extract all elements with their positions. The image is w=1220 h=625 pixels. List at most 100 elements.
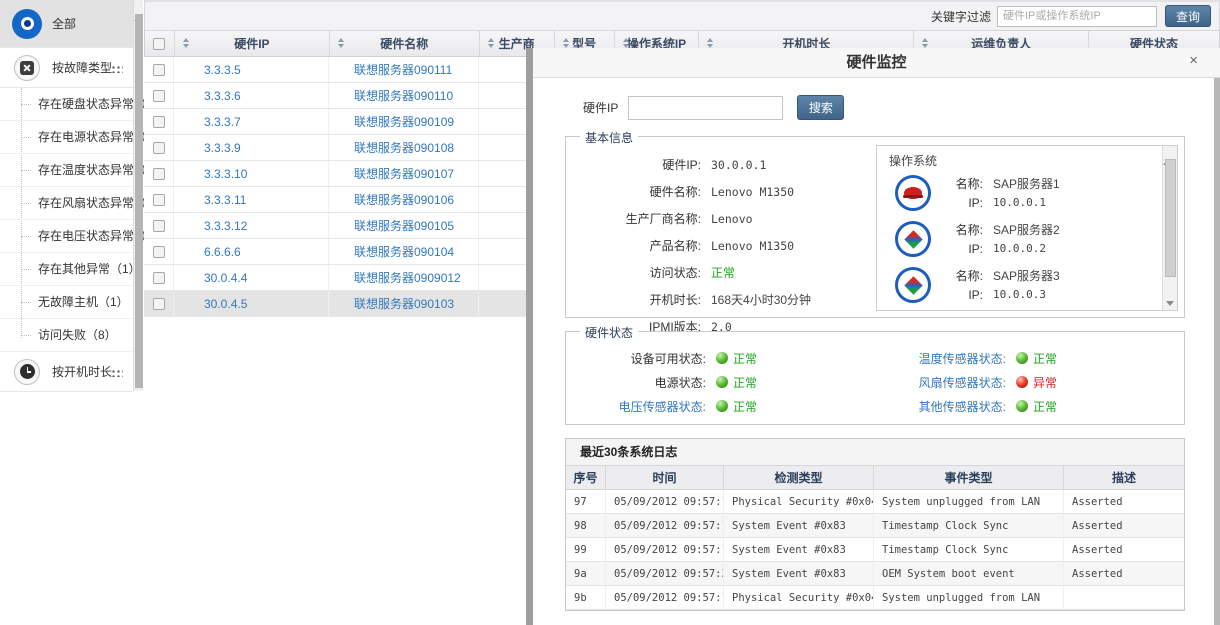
os-ip: 10.0.0.2 [993, 242, 1046, 255]
sidebar-item-other-abnormal[interactable]: 存在其他异常（1） [0, 253, 133, 286]
fan-sensor-link[interactable]: 风扇传感器状态: [866, 374, 1006, 391]
row-checkbox[interactable] [153, 116, 165, 128]
uptime-clock-icon [14, 359, 40, 385]
sidebar-group-fault-type[interactable]: 按故障类型 [0, 48, 133, 88]
sidebar-item-access-failed[interactable]: 访问失败（8） [0, 319, 133, 352]
operating-system-panel: 操作系统 名称:SAP服务器1 IP:10.0.0.1 名称:SAP服务器2 I… [876, 145, 1178, 311]
sort-icon[interactable] [623, 38, 629, 48]
hardware-name-link[interactable]: 联想服务器090103 [354, 295, 454, 312]
os-panel-scrollbar[interactable] [1162, 146, 1177, 310]
hardware-ip-link[interactable]: 6.6.6.6 [204, 245, 241, 259]
grid-menu-icon[interactable] [110, 368, 123, 377]
log-row: 9b05/09/2012 09:57:18Physical Security #… [566, 586, 1184, 610]
scroll-thumb[interactable] [1165, 159, 1176, 277]
row-checkbox[interactable] [153, 64, 165, 76]
select-all-cell [145, 31, 175, 56]
row-checkbox[interactable] [153, 90, 165, 102]
hardware-ip-link[interactable]: 3.3.3.5 [204, 63, 241, 77]
power-status-label: 电源状态: [566, 374, 706, 391]
hardware-ip-link[interactable]: 3.3.3.6 [204, 89, 241, 103]
keyword-filter-input[interactable] [997, 6, 1157, 27]
basic-info-section: 基本信息 硬件IP:30.0.0.1 硬件名称:Lenovo M1350 生产厂… [565, 136, 1185, 318]
sort-icon[interactable] [338, 38, 344, 48]
hardware-ip-link[interactable]: 3.3.3.7 [204, 115, 241, 129]
temperature-sensor-status: 正常 [1033, 350, 1057, 367]
voltage-sensor-link[interactable]: 电压传感器状态: [566, 398, 706, 415]
sort-icon[interactable] [183, 38, 189, 48]
os-name: SAP服务器3 [993, 267, 1060, 284]
keyword-filter-label: 关键字过滤 [931, 8, 991, 25]
device-available-status: 正常 [733, 350, 757, 367]
hardware-ip-search-input[interactable] [628, 96, 783, 120]
scroll-down-icon[interactable] [1166, 301, 1174, 306]
col-header-hardware-ip[interactable]: 硬件IP [175, 31, 330, 56]
os-list: 名称:SAP服务器1 IP:10.0.0.1 名称:SAP服务器2 IP:10.… [877, 170, 1161, 312]
row-checkbox[interactable] [153, 220, 165, 232]
sort-icon[interactable] [488, 38, 494, 48]
row-checkbox[interactable] [153, 246, 165, 258]
hardware-name-link[interactable]: 联想服务器090105 [354, 217, 454, 234]
sidebar-item-no-fault[interactable]: 无故障主机（1） [0, 286, 133, 319]
hardware-status-section: 硬件状态 设备可用状态:正常 电源状态:正常 电压传感器状态:正常 温度传感器状… [565, 331, 1185, 425]
log-col-desc: 描述 [1064, 466, 1184, 489]
fault-group-label: 按故障类型 [52, 59, 112, 76]
power-status: 正常 [733, 374, 757, 391]
os-list-item[interactable]: 名称:SAP服务器2 IP:10.0.0.2 [895, 220, 1161, 258]
hardware-ip-link[interactable]: 3.3.3.10 [204, 167, 247, 181]
hardware-ip-value: 30.0.0.1 [711, 158, 766, 172]
hardware-ip-link[interactable]: 3.3.3.12 [204, 219, 247, 233]
fault-item-list: 存在硬盘状态异常（0） 存在电源状态异常（0） 存在温度状态异常（0） 存在风扇… [0, 88, 133, 352]
other-sensor-link[interactable]: 其他传感器状态: [866, 398, 1006, 415]
hardware-name-link[interactable]: 联想服务器090107 [354, 165, 454, 182]
hardware-monitor-dialog: 硬件监控 × 硬件IP 搜索 基本信息 硬件IP:30.0.0.1 硬件名称:L… [533, 48, 1220, 625]
uptime-group-label: 按开机时长 [52, 363, 112, 380]
row-checkbox[interactable] [153, 298, 165, 310]
os-name: SAP服务器2 [993, 221, 1060, 238]
grid-menu-icon[interactable] [110, 64, 123, 73]
hardware-name-link[interactable]: 联想服务器090111 [354, 61, 452, 78]
field-label: 硬件IP: [566, 156, 701, 173]
sidebar-scrollbar[interactable] [133, 0, 143, 391]
hardware-name-link[interactable]: 联想服务器090109 [354, 113, 454, 130]
temperature-sensor-link[interactable]: 温度传感器状态: [866, 350, 1006, 367]
device-available-label: 设备可用状态: [566, 350, 706, 367]
log-header-row: 序号 时间 检测类型 事件类型 描述 [566, 466, 1184, 490]
system-log-title: 最近30条系统日志 [566, 439, 1184, 466]
sidebar-item-power-abnormal[interactable]: 存在电源状态异常（0） [0, 121, 133, 154]
os-list-item[interactable]: 名称:SAP服务器1 IP:10.0.0.1 [895, 174, 1161, 212]
hardware-name-link[interactable]: 联想服务器090108 [354, 139, 454, 156]
row-checkbox[interactable] [153, 168, 165, 180]
search-button[interactable]: 搜索 [797, 95, 844, 120]
manufacturer-value: Lenovo [711, 212, 753, 226]
col-header-hardware-name[interactable]: 硬件名称 [330, 31, 480, 56]
close-icon[interactable]: × [1189, 52, 1198, 69]
hardware-name-link[interactable]: 联想服务器0909012 [354, 269, 461, 286]
hardware-name-link[interactable]: 联想服务器090110 [354, 87, 453, 104]
sidebar-group-uptime[interactable]: 按开机时长 [0, 352, 133, 392]
sidebar-item-all[interactable]: 全部 [0, 0, 133, 48]
hardware-ip-link[interactable]: 3.3.3.9 [204, 141, 241, 155]
hardware-name-link[interactable]: 联想服务器090106 [354, 191, 454, 208]
row-checkbox[interactable] [153, 142, 165, 154]
sidebar-scroll-thumb[interactable] [135, 14, 143, 388]
hardware-ip-link[interactable]: 30.0.4.5 [204, 297, 247, 311]
sidebar-item-disk-abnormal[interactable]: 存在硬盘状态异常（0） [0, 88, 133, 121]
sidebar-item-fan-abnormal[interactable]: 存在风扇状态异常（0） [0, 187, 133, 220]
sort-icon[interactable] [563, 38, 569, 48]
os-name: SAP服务器1 [993, 175, 1060, 192]
hardware-name-link[interactable]: 联想服务器090104 [354, 243, 454, 260]
sidebar-item-voltage-abnormal[interactable]: 存在电压状态异常（0） [0, 220, 133, 253]
select-all-checkbox[interactable] [153, 38, 165, 50]
sort-icon[interactable] [707, 38, 713, 48]
dialog-scrollbar[interactable] [1214, 74, 1220, 625]
sidebar-item-temp-abnormal[interactable]: 存在温度状态异常（0） [0, 154, 133, 187]
scroll-up-icon[interactable] [134, 2, 144, 12]
query-button[interactable]: 查询 [1165, 5, 1211, 27]
dialog-titlebar: 硬件监控 × [533, 48, 1220, 78]
row-checkbox[interactable] [153, 194, 165, 206]
os-list-item[interactable]: 名称:SAP服务器3 IP:10.0.0.3 [895, 266, 1161, 304]
row-checkbox[interactable] [153, 272, 165, 284]
hardware-ip-link[interactable]: 3.3.3.11 [204, 193, 246, 207]
hardware-ip-link[interactable]: 30.0.4.4 [204, 271, 247, 285]
sort-icon[interactable] [922, 38, 928, 48]
